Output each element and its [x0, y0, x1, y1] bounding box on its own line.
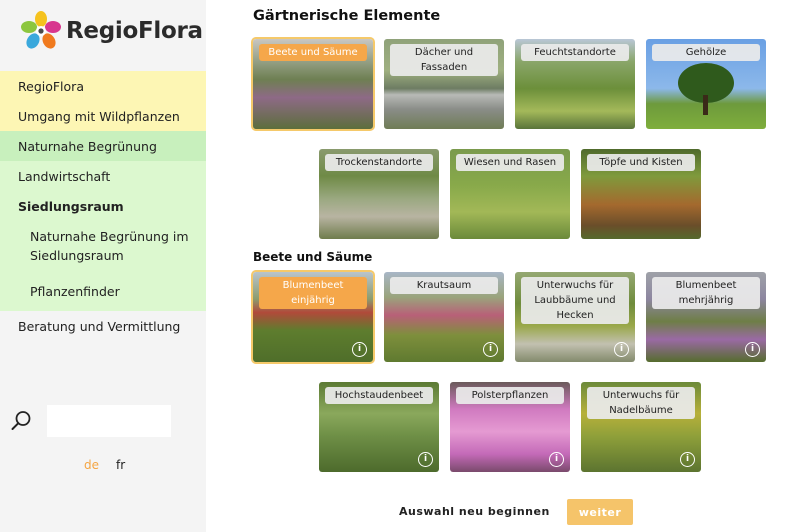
tile-label: Wiesen und Rasen: [456, 154, 564, 171]
element-tile-wiesen-und-rasen[interactable]: Wiesen und Rasen: [450, 149, 570, 239]
subelement-tile-blumenbeet-mehrjaehrig[interactable]: Blumenbeet mehrjährig i: [646, 272, 766, 362]
next-button[interactable]: weiter: [567, 499, 633, 525]
main-navigation: RegioFlora Umgang mit Wildpflanzen Natur…: [0, 71, 206, 341]
page-title: Gärtnerische Elemente: [253, 8, 441, 24]
tile-label: Unterwuchs für Nadelbäume: [587, 387, 695, 419]
info-icon[interactable]: i: [549, 452, 564, 467]
reset-selection-button[interactable]: Auswahl neu beginnen: [399, 505, 550, 518]
element-tile-gehoelze[interactable]: Gehölze: [646, 39, 766, 129]
element-tile-beete-und-saeume[interactable]: Beete und Säume: [251, 37, 375, 131]
element-tile-feuchtstandorte[interactable]: Feuchtstandorte: [515, 39, 635, 129]
info-icon[interactable]: i: [614, 342, 629, 357]
tile-label: Hochstaudenbeet: [325, 387, 433, 404]
search-icon[interactable]: [10, 410, 32, 432]
info-icon[interactable]: i: [352, 342, 367, 357]
tile-label: Blumenbeet einjährig: [259, 277, 367, 309]
subelement-tile-polsterpflanzen[interactable]: Polsterpflanzen i: [450, 382, 570, 472]
nav-item-umgang-mit-wildpflanzen[interactable]: Umgang mit Wildpflanzen: [0, 101, 206, 131]
tile-label: Feuchtstandorte: [521, 44, 629, 61]
nav-item-siedlungsraum[interactable]: Siedlungsraum: [0, 191, 206, 221]
element-tile-trockenstandorte[interactable]: Trockenstandorte: [319, 149, 439, 239]
info-icon[interactable]: i: [418, 452, 433, 467]
element-tile-daecher-und-fassaden[interactable]: Dächer und Fassaden: [384, 39, 504, 129]
section-subtitle: Beete und Säume: [253, 250, 373, 264]
flower-logo-icon: [21, 11, 61, 49]
tree-shape: [678, 63, 734, 115]
tile-label: Dächer und Fassaden: [390, 44, 498, 76]
search-input[interactable]: [47, 405, 171, 437]
logo-text: RegioFlora: [66, 18, 203, 44]
subelement-tile-hochstaudenbeet[interactable]: Hochstaudenbeet i: [319, 382, 439, 472]
nav-item-beratung-und-vermittlung[interactable]: Beratung und Vermittlung: [0, 311, 206, 341]
subelement-tile-krautsaum[interactable]: Krautsaum i: [384, 272, 504, 362]
subnav-item-pflanzenfinder[interactable]: Pflanzenfinder: [0, 282, 206, 301]
tile-label: Blumenbeet mehrjährig: [652, 277, 760, 309]
tile-label: Beete und Säume: [259, 44, 367, 61]
subnav-item-naturnahe-begruenung-im-siedlungsraum[interactable]: Naturnahe Begrünung im Siedlungsraum: [0, 227, 206, 265]
info-icon[interactable]: i: [680, 452, 695, 467]
subelement-tile-unterwuchs-laubbaeume[interactable]: Unterwuchs für Laubbäume und Hecken i: [515, 272, 635, 362]
tile-label: Krautsaum: [390, 277, 498, 294]
language-de-link[interactable]: de: [84, 458, 99, 472]
nav-item-landwirtschaft[interactable]: Landwirtschaft: [0, 161, 206, 191]
tile-label: Gehölze: [652, 44, 760, 61]
tile-label: Trockenstandorte: [325, 154, 433, 171]
nav-item-naturnahe-begruenung[interactable]: Naturnahe Begrünung: [0, 131, 206, 161]
subnav-siedlungsraum: Naturnahe Begrünung im Siedlungsraum Pfl…: [0, 221, 206, 311]
element-tile-toepfe-und-kisten[interactable]: Töpfe und Kisten: [581, 149, 701, 239]
main-content: Gärtnerische Elemente Beete und Säume Dä…: [206, 0, 800, 532]
nav-item-regioflora[interactable]: RegioFlora: [0, 71, 206, 101]
logo[interactable]: RegioFlora: [20, 10, 203, 52]
tile-label: Töpfe und Kisten: [587, 154, 695, 171]
language-fr-link[interactable]: fr: [116, 458, 125, 472]
subelement-tile-unterwuchs-nadelbaeume[interactable]: Unterwuchs für Nadelbäume i: [581, 382, 701, 472]
info-icon[interactable]: i: [483, 342, 498, 357]
info-icon[interactable]: i: [745, 342, 760, 357]
tile-label: Polsterpflanzen: [456, 387, 564, 404]
tile-label: Unterwuchs für Laubbäume und Hecken: [521, 277, 629, 324]
sidebar: RegioFlora RegioFlora Umgang mit Wildpfl…: [0, 0, 206, 532]
subelement-tile-blumenbeet-einjaehrig[interactable]: Blumenbeet einjährig i: [251, 270, 375, 364]
